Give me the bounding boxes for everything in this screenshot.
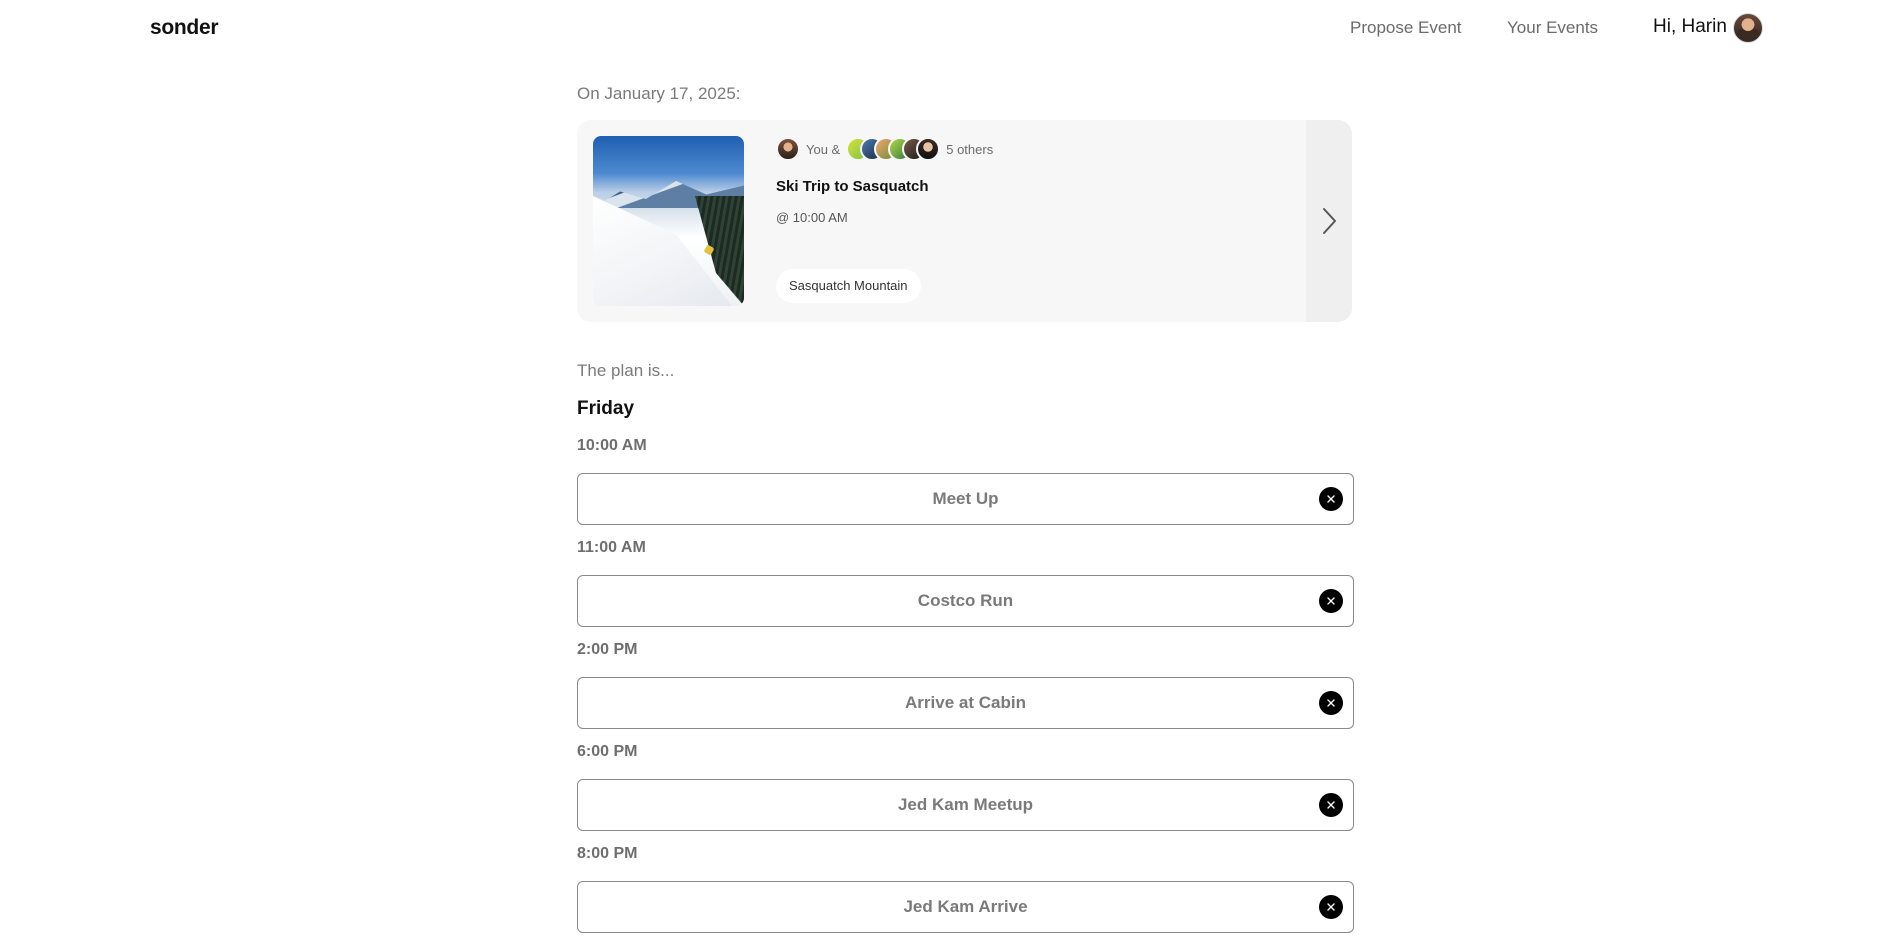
close-icon: [1327, 801, 1335, 809]
plan-item-jed-kam-meetup[interactable]: Jed Kam Meetup: [577, 779, 1354, 831]
plan-item-arrive-at-cabin[interactable]: Arrive at Cabin: [577, 677, 1354, 729]
event-time: @ 10:00 AM: [776, 210, 848, 225]
slot-time-label: 11:00 AM: [577, 539, 646, 556]
plan-intro-label: The plan is...: [577, 361, 675, 380]
participant-avatar-stack: [846, 137, 941, 161]
remove-item-button[interactable]: [1319, 793, 1343, 817]
plan-item-label: Meet Up: [932, 489, 999, 508]
user-greeting: Hi, Harin: [1653, 16, 1727, 37]
event-title: Ski Trip to Sasquatch: [776, 178, 929, 195]
slot-time-label: 8:00 PM: [577, 845, 638, 862]
propose-event-link[interactable]: Propose Event: [1350, 18, 1462, 38]
chevron-right-icon: [1323, 208, 1336, 234]
remove-item-button[interactable]: [1319, 691, 1343, 715]
others-count-label: 5 others: [946, 141, 994, 157]
close-icon: [1327, 495, 1335, 503]
plan-item-jed-kam-arrive[interactable]: Jed Kam Arrive: [577, 881, 1354, 933]
slot-time-label: 10:00 AM: [577, 437, 647, 454]
location-chip: Sasquatch Mountain: [776, 269, 921, 303]
remove-item-button[interactable]: [1319, 589, 1343, 613]
event-card[interactable]: You & 5 others Ski Trip to Sasquatch @ 1…: [577, 120, 1352, 322]
slot-time-label: 2:00 PM: [577, 641, 638, 658]
plan-item-label: Arrive at Cabin: [905, 693, 1026, 712]
event-next-button[interactable]: [1306, 120, 1352, 322]
plan-item-label: Costco Run: [917, 591, 1014, 610]
event-thumbnail-image: [593, 136, 744, 306]
plan-item-label: Jed Kam Arrive: [903, 897, 1028, 916]
you-avatar: [776, 137, 800, 161]
close-icon: [1327, 903, 1335, 911]
remove-item-button[interactable]: [1319, 487, 1343, 511]
close-icon: [1327, 699, 1335, 707]
day-heading: Friday: [577, 398, 635, 419]
sonder-logo[interactable]: sonder: [150, 16, 219, 40]
top-navigation-bar: sonder Propose Event Your Events Hi, Har…: [0, 0, 1900, 56]
participant-avatar: [916, 137, 941, 161]
you-label: You &: [806, 141, 841, 157]
plan-item-label: Jed Kam Meetup: [897, 795, 1034, 814]
plan-item-costco-run[interactable]: Costco Run: [577, 575, 1354, 627]
plan-item-meet-up[interactable]: Meet Up: [577, 473, 1354, 525]
your-events-link[interactable]: Your Events: [1507, 18, 1598, 38]
remove-item-button[interactable]: [1319, 895, 1343, 919]
event-date-label: On January 17, 2025:: [577, 84, 741, 103]
participants-row: You & 5 others: [776, 136, 993, 162]
user-avatar[interactable]: [1733, 13, 1763, 43]
close-icon: [1327, 597, 1335, 605]
slot-time-label: 6:00 PM: [577, 743, 638, 760]
